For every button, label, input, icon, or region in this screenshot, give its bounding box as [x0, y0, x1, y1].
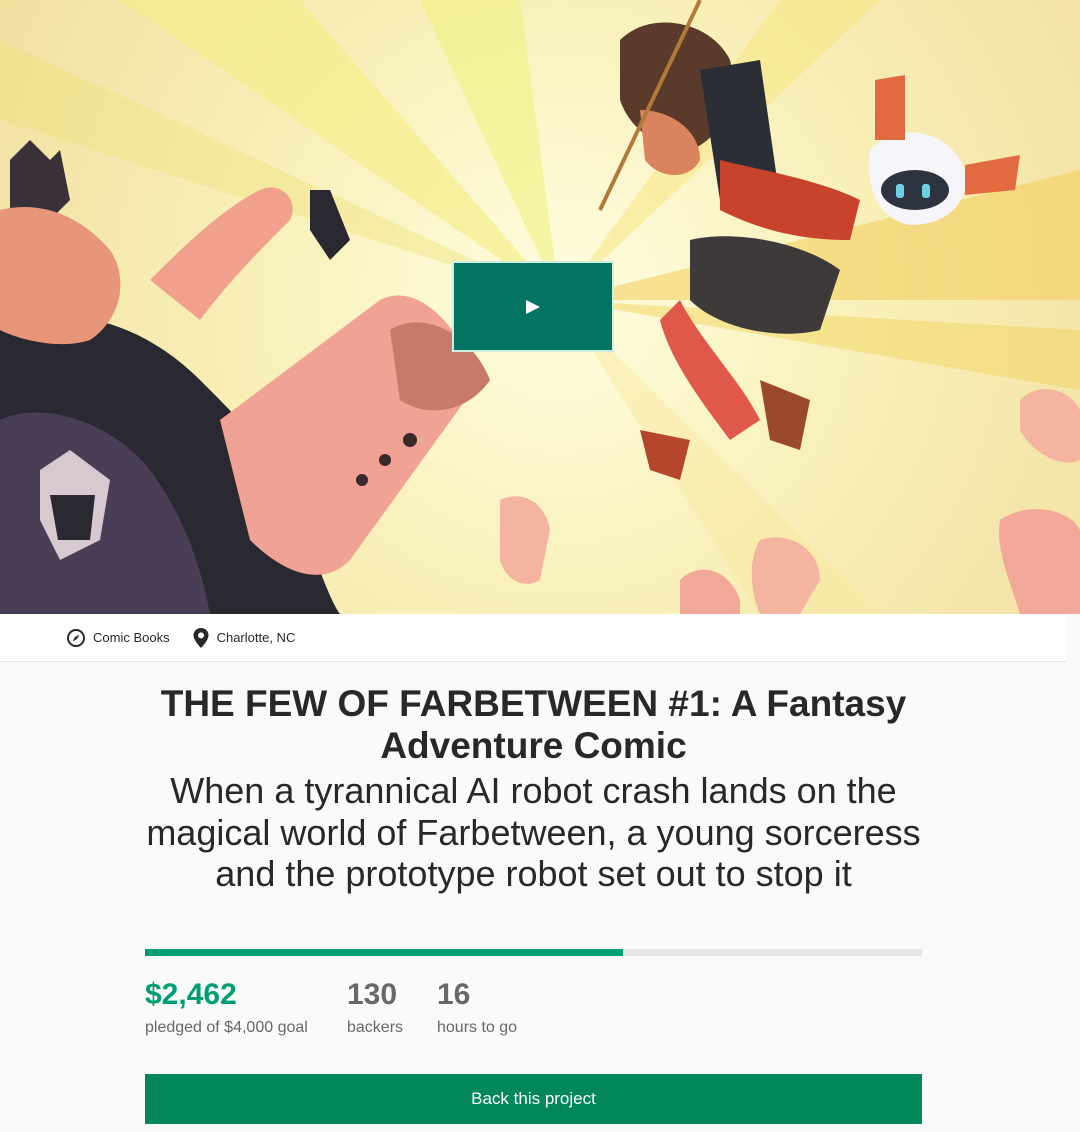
backers-stat: 130 backers: [347, 978, 403, 1038]
back-this-project-button[interactable]: Back this project: [145, 1074, 922, 1124]
pledged-amount: $2,462: [145, 978, 237, 1011]
play-icon: [526, 299, 540, 314]
funding-progress-fill: [145, 949, 624, 956]
project-meta-row: Comic Books Charlotte, NC: [0, 614, 1066, 662]
project-blurb: When a tyrannical AI robot crash lands o…: [146, 770, 921, 894]
time-left-value: 16: [437, 978, 471, 1011]
compass-icon: [66, 628, 86, 648]
location-link[interactable]: Charlotte, NC: [192, 627, 296, 649]
location-pin-icon: [192, 627, 210, 649]
pledged-stat: $2,462 pledged of $4,000 goal: [145, 978, 308, 1038]
project-header: THE FEW OF FARBETWEEN #1: A Fantasy Adve…: [145, 683, 922, 895]
category-label: Comic Books: [93, 630, 170, 645]
pledged-caption: pledged of $4,000 goal: [145, 1019, 308, 1036]
time-left-stat: 16 hours to go: [437, 978, 517, 1038]
backers-caption: backers: [347, 1019, 404, 1036]
play-video-button[interactable]: [452, 261, 614, 352]
time-left-caption: hours to go: [437, 1019, 518, 1036]
funding-progress-bar: [145, 949, 922, 956]
category-link[interactable]: Comic Books: [66, 628, 170, 648]
backers-count: 130: [347, 978, 398, 1011]
project-hero-image: [0, 0, 1080, 614]
location-label: Charlotte, NC: [216, 630, 296, 645]
project-title: THE FEW OF FARBETWEEN #1: A Fantasy Adve…: [160, 683, 907, 766]
